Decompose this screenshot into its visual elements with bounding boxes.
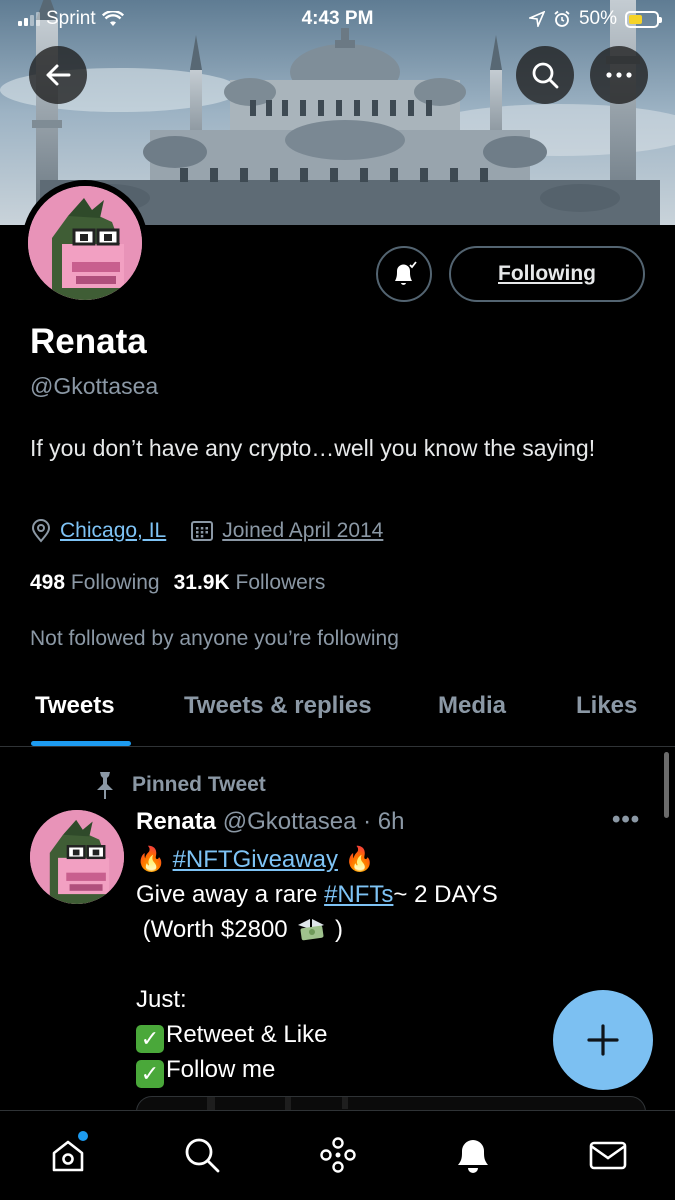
home-icon — [52, 1140, 84, 1172]
spaces-icon — [320, 1137, 356, 1173]
followers-count: 31.9K — [173, 571, 230, 594]
tweet-author-avatar[interactable] — [30, 810, 124, 904]
bell-icon — [458, 1140, 488, 1173]
not-followed-note: Not followed by anyone you’re following — [30, 627, 399, 650]
location-arrow-icon — [528, 11, 545, 27]
fire-emoji-icon: 🔥 — [136, 845, 166, 873]
arrow-left-icon — [46, 64, 71, 86]
tab-media[interactable]: Media — [438, 692, 506, 720]
profile-name: Renata — [30, 322, 147, 361]
tweet-line: ✓ Follow me — [136, 1052, 556, 1088]
more-icon — [606, 72, 632, 78]
tab-tweets-replies[interactable]: Tweets & replies — [184, 692, 372, 720]
tweet-line-text: (Worth $2800 — [136, 916, 295, 943]
tweet-text: 🔥 #NFTGiveaway 🔥 Give away a rare #NFTs~… — [136, 842, 556, 1088]
nav-notifications[interactable] — [451, 1133, 495, 1177]
battery-icon — [625, 10, 662, 28]
following-count: 498 — [30, 571, 66, 594]
tweet-line-text: ) — [334, 916, 343, 943]
pin-icon — [97, 772, 113, 799]
follow-stats: 498 Following 31.9K Followers — [30, 571, 325, 595]
pinned-label: Pinned Tweet — [92, 770, 266, 800]
alarm-icon — [554, 10, 570, 27]
search-icon — [185, 1138, 220, 1173]
ape-avatar-image — [30, 810, 124, 904]
tweet-more-button[interactable]: ••• — [612, 806, 640, 834]
nav-explore[interactable] — [180, 1133, 224, 1177]
profile-avatar[interactable] — [22, 180, 148, 306]
back-button[interactable] — [29, 46, 87, 104]
tweet-line-text: Follow me — [166, 1056, 276, 1083]
tweet-time: · 6h — [363, 808, 405, 835]
tweet-line-text: Retweet & Like — [166, 1021, 328, 1048]
profile-tabs: Tweets Tweets & replies Media Likes — [0, 680, 675, 747]
following-button[interactable]: Following — [449, 246, 645, 302]
hashtag-nfts[interactable]: #NFTs — [324, 881, 393, 908]
unread-dot — [78, 1131, 88, 1141]
nav-home[interactable] — [46, 1131, 90, 1177]
nav-spaces[interactable] — [316, 1133, 360, 1177]
followers-stat[interactable]: 31.9K Followers — [174, 571, 326, 594]
tab-likes[interactable]: Likes — [576, 692, 637, 720]
tweet-author-name[interactable]: Renata — [136, 808, 216, 835]
following-label: Following — [70, 571, 160, 594]
plus-icon — [587, 1024, 619, 1056]
joined-date: Joined April 2014 — [222, 519, 384, 542]
tweet-line: Just: — [136, 986, 187, 1013]
check-mark-icon: ✓ — [136, 1025, 164, 1053]
search-button[interactable] — [516, 46, 574, 104]
search-icon — [532, 62, 559, 89]
money-with-wings-emoji-icon — [298, 919, 325, 941]
status-right: 50% — [528, 8, 662, 30]
more-options-button[interactable] — [590, 46, 648, 104]
hashtag-nftgiveaway[interactable]: #NFTGiveaway — [173, 846, 338, 873]
tweet-line-text: ~ 2 DAYS — [393, 881, 498, 908]
fire-emoji-icon: 🔥 — [344, 845, 375, 873]
tweet-header: Renata @Gkottasea · 6h — [136, 808, 405, 836]
following-stat[interactable]: 498 Following — [30, 571, 160, 594]
scrollbar[interactable] — [664, 752, 669, 818]
location-pin-icon — [31, 519, 51, 543]
followers-label: Followers — [235, 571, 326, 594]
notification-bell-icon — [395, 261, 417, 285]
profile-meta: Chicago, IL Joined April 2014 — [30, 519, 383, 543]
tweet-author-handle[interactable]: @Gkottasea — [223, 808, 357, 835]
tweet-line: Give away a rare #NFTs~ 2 DAYS — [136, 877, 556, 912]
location-link[interactable]: Chicago, IL — [60, 519, 166, 543]
status-bar: Sprint 4:43 PM 50% — [0, 0, 675, 38]
tweet-line: ✓ Retweet & Like — [136, 1017, 556, 1053]
mail-icon — [589, 1141, 627, 1170]
tweet-line-text: Give away a rare — [136, 881, 325, 908]
compose-tweet-button[interactable] — [553, 990, 653, 1090]
calendar-icon — [191, 521, 214, 541]
ape-avatar-image — [28, 186, 142, 300]
battery-percent: 50% — [578, 8, 617, 29]
active-tab-indicator — [31, 741, 131, 746]
profile-bio: If you don’t have any crypto…well you kn… — [30, 435, 596, 461]
tweet-line: (Worth $2800 ) — [136, 912, 556, 947]
tab-tweets[interactable]: Tweets — [35, 692, 115, 720]
tweet-line: 🔥 #NFTGiveaway 🔥 — [136, 842, 556, 877]
bottom-navigation — [0, 1110, 675, 1200]
check-mark-icon: ✓ — [136, 1060, 164, 1088]
profile-handle: @Gkottasea — [30, 373, 159, 399]
pinned-tweet-text: Pinned Tweet — [132, 773, 266, 796]
nav-messages[interactable] — [586, 1133, 630, 1177]
notification-toggle-button[interactable] — [376, 246, 432, 302]
